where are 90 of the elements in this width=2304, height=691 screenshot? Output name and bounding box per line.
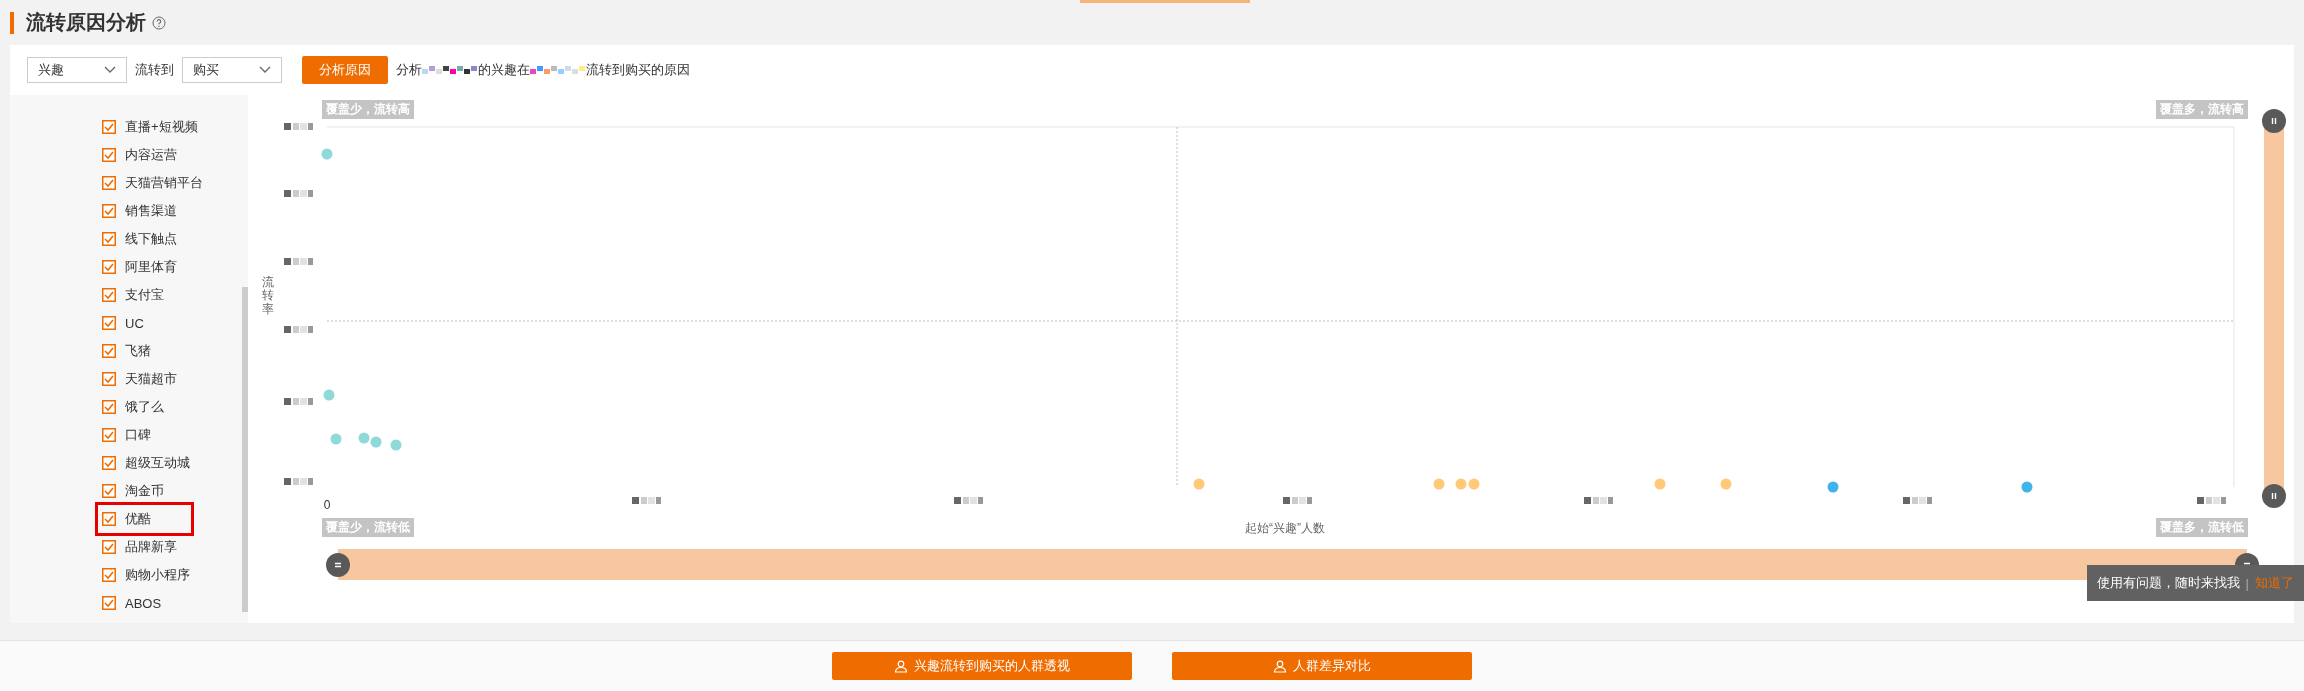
- vertical-slider[interactable]: [2262, 109, 2286, 508]
- axis-title: 起始“兴趣”人数: [1245, 520, 1325, 537]
- quadrant-label: 覆盖多，流转低: [2156, 518, 2248, 537]
- checkbox-icon[interactable]: [102, 596, 116, 610]
- checkbox-icon[interactable]: [102, 540, 116, 554]
- mosaic-icon: [530, 65, 586, 75]
- scrollbar[interactable]: [242, 287, 248, 612]
- channel-checkbox[interactable]: 口碑: [98, 421, 155, 449]
- mosaic-icon: [422, 65, 478, 75]
- pixelated-tick-label: [1903, 497, 1932, 504]
- checkbox-icon[interactable]: [102, 176, 116, 190]
- pixelated-tick-label: [284, 258, 313, 265]
- checkbox-icon[interactable]: [102, 344, 116, 358]
- source-dropdown[interactable]: 兴趣: [27, 57, 127, 83]
- pixelated-tick-label: [284, 123, 313, 130]
- caret-icon: [104, 66, 116, 74]
- channel-checkbox[interactable]: 超级互动城: [98, 449, 194, 477]
- scatter-dot: [1468, 478, 1480, 490]
- channel-checkbox[interactable]: 阿里体育: [98, 253, 181, 281]
- scatter-dot: [390, 439, 402, 451]
- section-title: 流转原因分析: [26, 10, 146, 35]
- scatter-dot: [323, 389, 335, 401]
- scatter-dot: [1193, 478, 1205, 490]
- target-dropdown[interactable]: 购买: [182, 57, 282, 83]
- checkbox-icon[interactable]: [102, 204, 116, 218]
- scatter-dot: [1455, 478, 1467, 490]
- axis-title: 流转率: [262, 276, 275, 316]
- channel-checkbox[interactable]: 内容运营: [98, 141, 181, 169]
- channel-checkbox[interactable]: 优酷: [98, 505, 191, 533]
- checkbox-icon[interactable]: [102, 512, 116, 526]
- description-text: 分析: [396, 61, 422, 79]
- scatter-dot: [370, 436, 382, 448]
- flow-label: 流转到: [135, 61, 174, 79]
- pixelated-tick-label: [284, 190, 313, 197]
- channel-checkbox[interactable]: UC: [98, 309, 148, 337]
- channel-checkbox[interactable]: 支付宝: [98, 281, 168, 309]
- scatter-dot: [1720, 478, 1732, 490]
- pixelated-tick-label: [1283, 497, 1312, 504]
- scatter-dot: [358, 432, 370, 444]
- help-icon[interactable]: [152, 15, 166, 30]
- checkbox-icon[interactable]: [102, 568, 116, 582]
- channel-checkbox[interactable]: 飞猪: [98, 337, 155, 365]
- people-icon: [894, 659, 908, 673]
- channel-checkbox[interactable]: 线下触点: [98, 225, 181, 253]
- checkbox-icon[interactable]: [102, 260, 116, 274]
- channel-checkbox[interactable]: 购物小程序: [98, 561, 194, 589]
- pixelated-tick-label: [1584, 497, 1613, 504]
- checkbox-icon[interactable]: [102, 120, 116, 134]
- checkbox-icon[interactable]: [102, 372, 116, 386]
- quadrant-label: 覆盖少，流转高: [322, 100, 414, 119]
- checkbox-icon[interactable]: [102, 428, 116, 442]
- quadrant-label: 覆盖少，流转低: [322, 518, 414, 537]
- checkbox-icon[interactable]: [102, 288, 116, 302]
- slider-handle[interactable]: [326, 553, 350, 577]
- slider-handle[interactable]: [2262, 484, 2286, 508]
- scatter-dot: [1827, 481, 1839, 493]
- channel-checkbox[interactable]: 直播+短视频: [98, 113, 202, 141]
- scatter-dot: [330, 433, 342, 445]
- pixelated-tick-label: [954, 497, 983, 504]
- checkbox-icon[interactable]: [102, 456, 116, 470]
- channel-checkbox[interactable]: ABOS: [98, 589, 166, 617]
- channel-checkbox[interactable]: 饿了么: [98, 393, 168, 421]
- checkbox-icon[interactable]: [102, 316, 116, 330]
- checkbox-icon[interactable]: [102, 400, 116, 414]
- description-text: 流转到购买的原因: [586, 61, 690, 79]
- scatter-dot: [2021, 481, 2033, 493]
- scatter-dot: [1654, 478, 1666, 490]
- scatter-dot: [1433, 478, 1445, 490]
- channel-checkbox[interactable]: 天猫营销平台: [98, 169, 207, 197]
- axis-tick-label: 0: [323, 498, 331, 512]
- quadrant-label: 覆盖多，流转高: [2156, 100, 2248, 119]
- caret-icon: [259, 66, 271, 74]
- slider-handle[interactable]: [2262, 109, 2286, 133]
- pixelated-tick-label: [284, 326, 313, 333]
- people-icon: [1273, 659, 1287, 673]
- channel-checkbox[interactable]: 天猫超市: [98, 365, 181, 393]
- checkbox-icon[interactable]: [102, 484, 116, 498]
- channel-checkbox[interactable]: 销售渠道: [98, 197, 181, 225]
- description-text: 的兴趣在: [478, 61, 530, 79]
- separator: |: [2245, 575, 2249, 591]
- channel-checkbox[interactable]: 品牌新享: [98, 533, 181, 561]
- tooltip-text: 使用有问题，随时来找我: [2096, 574, 2240, 592]
- checkbox-icon[interactable]: [102, 232, 116, 246]
- pixelated-tick-label: [284, 478, 313, 485]
- pixelated-tick-label: [284, 398, 313, 405]
- channel-checkbox[interactable]: 淘金币: [98, 477, 168, 505]
- checkbox-icon[interactable]: [102, 148, 116, 162]
- scatter-dot: [321, 148, 333, 160]
- pixelated-tick-label: [632, 497, 661, 504]
- pixelated-tick-label: [2197, 497, 2226, 504]
